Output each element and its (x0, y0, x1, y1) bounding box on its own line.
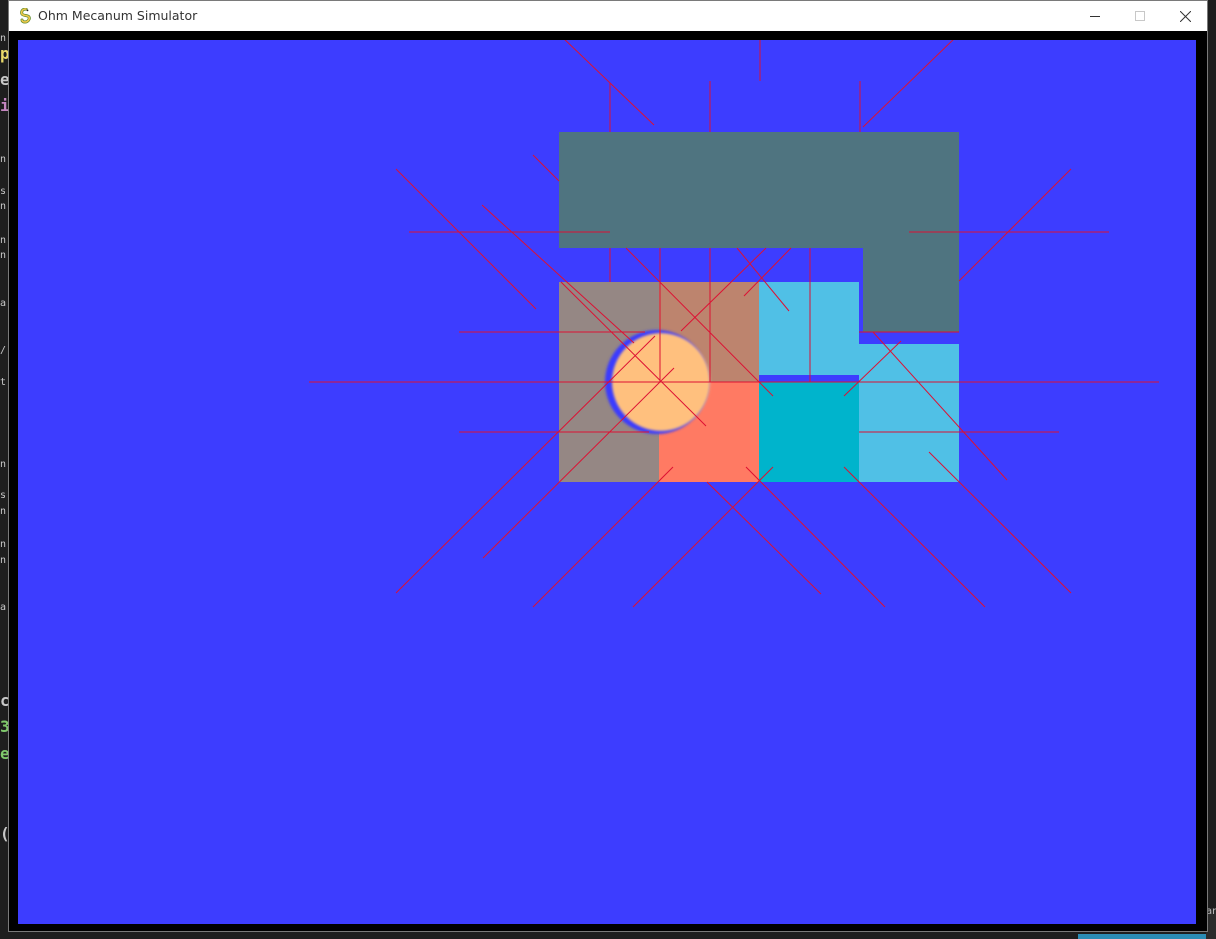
bg-text: n (0, 154, 7, 165)
bg-text: a (0, 298, 7, 309)
bg-text: n (0, 235, 7, 246)
bg-status-strip (1078, 934, 1206, 939)
window-title: Ohm Mecanum Simulator (38, 8, 198, 23)
pygame-snake-icon (20, 8, 31, 24)
bg-text: n (0, 459, 7, 470)
window-client-area (9, 31, 1207, 931)
sensor-ray (745, 466, 886, 608)
maximize-icon (1135, 11, 1145, 21)
simulator-window: Ohm Mecanum Simulator (8, 0, 1208, 932)
bg-text: s (0, 490, 7, 501)
bg-text: n (0, 506, 7, 517)
maximize-button[interactable] (1117, 1, 1163, 31)
simulation-scene (309, 40, 1159, 608)
bg-text: s (0, 186, 7, 197)
minimize-icon (1090, 16, 1100, 17)
sensor-ray (706, 481, 822, 595)
floor-tile-sky (859, 344, 959, 482)
bg-text: a (0, 602, 7, 613)
sensor-ray (632, 466, 774, 608)
sensor-ray (395, 168, 537, 310)
close-icon (1179, 10, 1191, 22)
bg-text: n (0, 201, 7, 212)
bg-text: n (0, 555, 7, 566)
sensor-ray (564, 40, 655, 126)
bg-text: n (0, 250, 7, 261)
sensor-ray (532, 154, 560, 182)
minimize-button[interactable] (1072, 1, 1118, 31)
title-bar[interactable]: Ohm Mecanum Simulator (9, 1, 1207, 31)
sensor-ray (958, 168, 1072, 282)
bg-text: t (0, 377, 7, 388)
floor-tile-sky (759, 282, 859, 382)
bg-text: n (0, 539, 7, 550)
simulation-canvas[interactable] (15, 37, 1199, 927)
sensor-ray (843, 466, 986, 608)
bg-text: / (0, 345, 7, 356)
close-button[interactable] (1162, 1, 1208, 31)
sensor-ray (862, 40, 954, 128)
